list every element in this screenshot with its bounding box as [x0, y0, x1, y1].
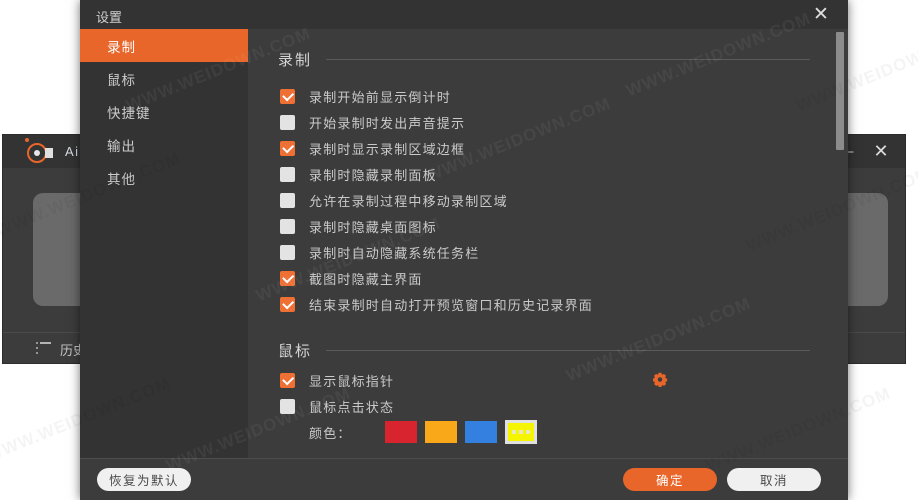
checkbox-allow-move-region[interactable]	[280, 192, 295, 208]
checkbox-row-hide-main-ui-on-capture[interactable]: 截图时隐藏主界面	[280, 268, 423, 288]
checkbox-hide-desktop-icons[interactable]	[280, 218, 295, 234]
checkbox-label: 录制时隐藏录制面板	[309, 167, 437, 183]
checkbox-label: 鼠标点击状态	[309, 399, 395, 415]
sidebar-item-recording[interactable]: 录制	[80, 29, 248, 62]
checkbox-hide-taskbar[interactable]	[280, 244, 295, 260]
cancel-button[interactable]: 取消	[727, 468, 821, 491]
section-header-recording: 录制	[278, 49, 810, 70]
checkbox-start-sound[interactable]	[280, 114, 295, 130]
screen-root: Aisee — ✕ 历史 设置 ✕ 录制 鼠标	[0, 0, 918, 500]
restore-default-button[interactable]: 恢复为默认	[97, 468, 191, 491]
sidebar-item-output[interactable]: 输出	[80, 128, 248, 161]
checkbox-label: 显示鼠标指针	[309, 373, 395, 389]
checkbox-hide-main-ui-on-capture[interactable]	[280, 270, 295, 286]
checkbox-row-hide-desktop-icons[interactable]: 录制时隐藏桌面图标	[280, 216, 437, 236]
sidebar-item-mouse[interactable]: 鼠标	[80, 62, 248, 95]
scrollbar-thumb[interactable]	[836, 32, 844, 150]
sidebar-item-hotkeys[interactable]: 快捷键	[80, 95, 248, 128]
checkbox-row-countdown[interactable]: 录制开始前显示倒计时	[280, 86, 451, 106]
checkbox-label: 结束录制时自动打开预览窗口和历史记录界面	[309, 297, 594, 313]
section-header-mouse: 鼠标	[278, 340, 810, 361]
record-circle-icon	[27, 143, 47, 163]
sidebar-item-label: 输出	[107, 138, 136, 154]
dialog-titlebar[interactable]: 设置 ✕	[80, 0, 848, 29]
settings-dialog: 设置 ✕ 录制 鼠标 快捷键 输出 其他 录制 录制开始前显示倒计时 开始录制时…	[80, 0, 848, 500]
logo-accent-dot-icon	[25, 138, 29, 142]
color-picker-label: 颜色：	[309, 425, 352, 441]
section-title: 录制	[278, 52, 313, 69]
checkbox-label: 录制开始前显示倒计时	[309, 89, 452, 105]
checkbox-label: 录制时隐藏桌面图标	[309, 219, 437, 235]
sidebar-item-other[interactable]: 其他	[80, 161, 248, 194]
checkbox-show-cursor[interactable]	[280, 372, 295, 388]
gear-icon[interactable]	[653, 372, 668, 387]
vertical-scrollbar[interactable]	[836, 31, 844, 456]
checkbox-open-preview-after-record[interactable]	[280, 296, 295, 312]
settings-sidebar: 录制 鼠标 快捷键 输出 其他	[80, 29, 248, 458]
sidebar-item-label: 快捷键	[107, 105, 151, 121]
checkbox-label: 允许在录制过程中移动录制区域	[309, 193, 508, 209]
color-picker-row: 颜色：	[280, 420, 545, 444]
close-icon[interactable]: ✕	[871, 142, 891, 162]
checkbox-show-region-border[interactable]	[280, 140, 295, 156]
checkbox-label: 录制时自动隐藏系统任务栏	[309, 245, 480, 261]
checkbox-label: 截图时隐藏主界面	[309, 271, 423, 287]
logo-square-icon	[45, 148, 53, 158]
checkbox-click-state[interactable]	[280, 398, 295, 414]
settings-content-pane: 录制 录制开始前显示倒计时 开始录制时发出声音提示 录制时显示录制区域边框 录制…	[248, 29, 848, 458]
checkbox-hide-panel[interactable]	[280, 166, 295, 182]
checkbox-row-hide-panel[interactable]: 录制时隐藏录制面板	[280, 164, 437, 184]
color-swatch-orange[interactable]	[425, 421, 457, 443]
color-swatch-blue[interactable]	[465, 421, 497, 443]
checkbox-row-show-region-border[interactable]: 录制时显示录制区域边框	[280, 138, 465, 158]
checkbox-row-hide-taskbar[interactable]: 录制时自动隐藏系统任务栏	[280, 242, 479, 262]
dialog-footer: 恢复为默认 确定 取消	[80, 458, 848, 500]
color-swatch-yellow[interactable]	[505, 420, 537, 444]
checkbox-row-click-state[interactable]: 鼠标点击状态	[280, 396, 394, 416]
sidebar-item-label: 鼠标	[107, 72, 136, 88]
checkbox-label: 录制时显示录制区域边框	[309, 141, 466, 157]
sidebar-item-label: 其他	[107, 171, 136, 187]
section-divider	[326, 59, 810, 60]
section-title: 鼠标	[278, 343, 313, 360]
section-divider	[326, 350, 810, 351]
checkbox-countdown[interactable]	[280, 88, 295, 104]
list-icon	[36, 342, 51, 354]
checkbox-row-open-preview-after-record[interactable]: 结束录制时自动打开预览窗口和历史记录界面	[280, 294, 593, 314]
close-icon[interactable]: ✕	[810, 4, 832, 26]
checkbox-row-start-sound[interactable]: 开始录制时发出声音提示	[280, 112, 465, 132]
checkbox-row-allow-move-region[interactable]: 允许在录制过程中移动录制区域	[280, 190, 508, 210]
color-swatch-red[interactable]	[385, 421, 417, 443]
sidebar-item-label: 录制	[107, 39, 136, 55]
checkbox-label: 开始录制时发出声音提示	[309, 115, 466, 131]
dialog-title: 设置	[96, 10, 123, 25]
ok-button[interactable]: 确定	[623, 468, 717, 491]
checkbox-row-show-cursor[interactable]: 显示鼠标指针	[280, 370, 394, 390]
